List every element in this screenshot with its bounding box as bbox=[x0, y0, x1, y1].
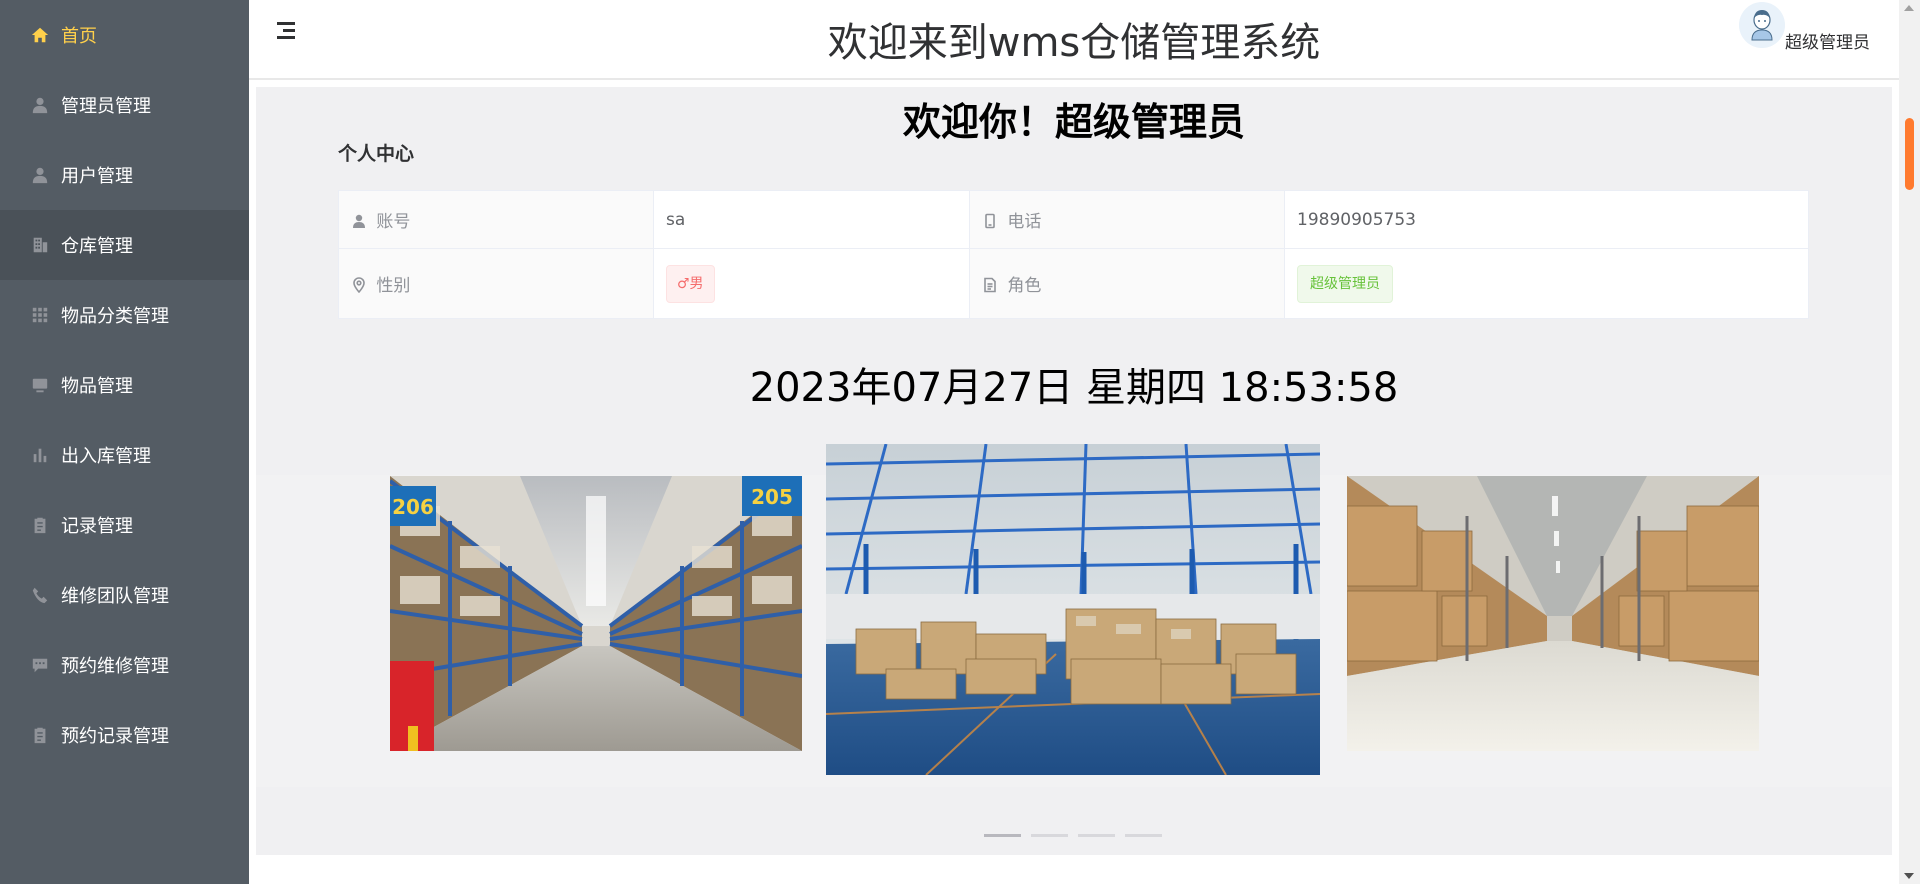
sidebar-item-label: 用户管理 bbox=[61, 166, 133, 187]
role-tag: 超级管理员 bbox=[1297, 264, 1393, 303]
carousel-indicators bbox=[984, 834, 1162, 838]
sidebar-item-booking-record-management[interactable]: 预约记录管理 bbox=[0, 700, 249, 770]
account-label: 账号 bbox=[376, 212, 411, 232]
sidebar-menu: 首页 管理员管理 用户管理 仓库管理 物品分类管理 物品管理 出入库管理 记录管… bbox=[0, 0, 249, 884]
sidebar-item-label: 维修团队管理 bbox=[61, 586, 169, 607]
carousel-indicator[interactable] bbox=[1125, 834, 1162, 837]
home-icon bbox=[30, 25, 50, 45]
carousel-indicator[interactable] bbox=[1078, 834, 1115, 837]
grid-icon bbox=[30, 305, 50, 325]
document-icon bbox=[982, 277, 998, 293]
phone-label-cell: 电话 bbox=[969, 190, 1285, 249]
carousel-indicator[interactable] bbox=[1031, 834, 1068, 837]
scrollbar-thumb[interactable] bbox=[1905, 118, 1914, 190]
avatar[interactable] bbox=[1739, 2, 1785, 48]
clipboard-icon bbox=[30, 725, 50, 745]
sidebar-item-label: 出入库管理 bbox=[61, 446, 151, 467]
gender-label-cell: 性别 bbox=[338, 248, 654, 319]
top-header: 欢迎来到wms仓储管理系统 超级管理员 bbox=[249, 0, 1899, 80]
histogram-icon bbox=[30, 445, 50, 465]
sidebar-item-stock-io-management[interactable]: 出入库管理 bbox=[0, 420, 249, 490]
mobile-phone-icon bbox=[982, 213, 998, 229]
welcome-heading: 欢迎你！超级管理员 bbox=[902, 100, 1245, 144]
carousel-indicator[interactable] bbox=[984, 834, 1021, 837]
sidebar-item-repair-booking-management[interactable]: 预约维修管理 bbox=[0, 630, 249, 700]
sidebar-item-admin-management[interactable]: 管理员管理 bbox=[0, 70, 249, 140]
current-datetime: 2023年07月27日 星期四 18:53:58 bbox=[749, 365, 1399, 411]
user-icon bbox=[30, 95, 50, 115]
sidebar-item-user-management[interactable]: 用户管理 bbox=[0, 140, 249, 210]
carousel-slide-prev[interactable]: 206 205 bbox=[390, 476, 802, 751]
user-name[interactable]: 超级管理员 bbox=[1785, 28, 1870, 53]
sidebar-item-warehouse-management[interactable]: 仓库管理 bbox=[0, 210, 249, 280]
role-label-cell: 角色 bbox=[969, 248, 1285, 319]
sidebar-item-label: 首页 bbox=[61, 26, 97, 47]
page-title: 欢迎来到wms仓储管理系统 bbox=[827, 20, 1321, 66]
sidebar-item-category-management[interactable]: 物品分类管理 bbox=[0, 280, 249, 350]
phone-label: 电话 bbox=[1007, 212, 1042, 232]
sidebar-item-label: 记录管理 bbox=[61, 516, 133, 537]
user-icon bbox=[30, 165, 50, 185]
office-building-icon bbox=[30, 235, 50, 255]
clipboard-icon bbox=[30, 515, 50, 535]
account-value: sa bbox=[653, 190, 970, 249]
gender-label: 性别 bbox=[376, 276, 411, 296]
chat-icon bbox=[30, 655, 50, 675]
phone-value: 19890905753 bbox=[1284, 190, 1809, 249]
account-label-cell: 账号 bbox=[338, 190, 654, 249]
gender-tag: ♂男 bbox=[666, 264, 715, 303]
sidebar-item-home[interactable]: 首页 bbox=[0, 0, 249, 70]
svg-text:205: 205 bbox=[751, 485, 793, 509]
carousel-slide-next[interactable] bbox=[1347, 476, 1759, 751]
sidebar-item-label: 仓库管理 bbox=[61, 236, 133, 257]
svg-text:206: 206 bbox=[392, 495, 434, 519]
section-title: 个人中心 bbox=[338, 143, 415, 165]
role-value-cell: 超级管理员 bbox=[1284, 248, 1809, 319]
carousel-slide-active[interactable] bbox=[826, 444, 1320, 775]
page-scrollbar[interactable] bbox=[1899, 0, 1920, 884]
sidebar-item-label: 物品管理 bbox=[61, 376, 133, 397]
sidebar-item-record-management[interactable]: 记录管理 bbox=[0, 490, 249, 560]
sidebar-item-label: 物品分类管理 bbox=[61, 306, 169, 327]
phone-icon bbox=[30, 585, 50, 605]
profile-table: 账号 sa 电话 19890905753 性别 ♂男 角色 超级管理员 bbox=[338, 190, 1809, 319]
sidebar-item-goods-management[interactable]: 物品管理 bbox=[0, 350, 249, 420]
scroll-up-arrow-icon[interactable] bbox=[1904, 5, 1914, 11]
scroll-down-arrow-icon[interactable] bbox=[1904, 873, 1914, 879]
gender-value-cell: ♂男 bbox=[653, 248, 970, 319]
sidebar-item-label: 管理员管理 bbox=[61, 96, 151, 117]
image-carousel[interactable]: 206 205 bbox=[256, 442, 1892, 787]
role-label: 角色 bbox=[1007, 276, 1042, 296]
sidebar-item-repair-team-management[interactable]: 维修团队管理 bbox=[0, 560, 249, 630]
sidebar-item-label: 预约维修管理 bbox=[61, 656, 169, 677]
user-icon bbox=[351, 213, 367, 229]
goods-icon bbox=[30, 375, 50, 395]
location-icon bbox=[351, 277, 367, 294]
main-content: 欢迎你！超级管理员 个人中心 账号 sa 电话 19890905753 性别 ♂… bbox=[256, 87, 1892, 855]
sidebar-item-label: 预约记录管理 bbox=[61, 726, 169, 747]
